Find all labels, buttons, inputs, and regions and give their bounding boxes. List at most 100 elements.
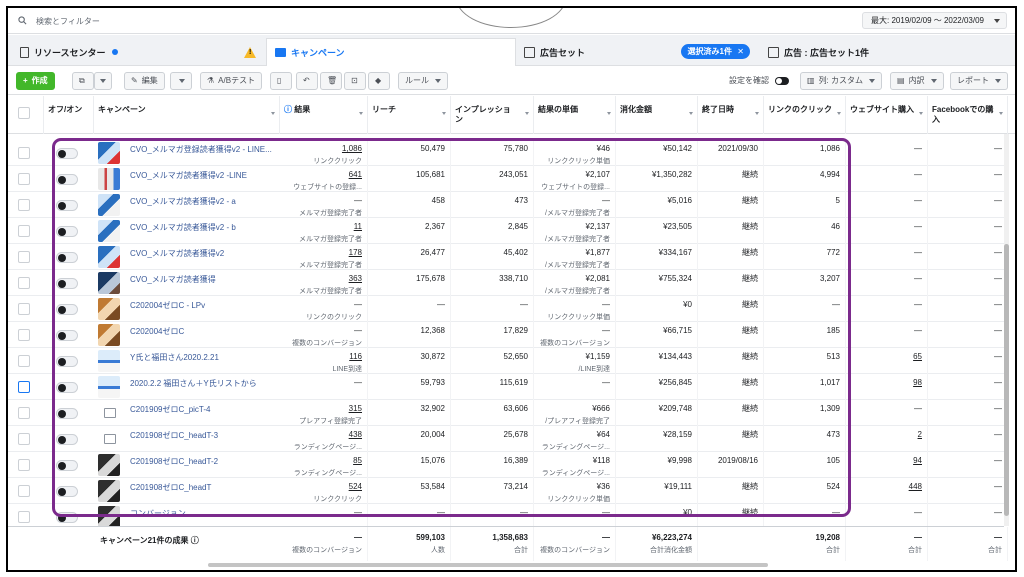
cell-results-value[interactable]: 116 [349, 352, 362, 361]
table-row[interactable]: CVO_メルマガ読者獲得 363 メルマガ登録完了者 175,678 338,710 ¥2… [8, 270, 1004, 296]
cell-results-value[interactable]: 85 [353, 456, 362, 465]
vertical-scrollbar-thumb[interactable] [1004, 244, 1009, 516]
col-facebook-purchases[interactable]: Facebookでの購入 [928, 96, 1008, 134]
campaign-toggle[interactable] [56, 460, 78, 471]
cell-wp-value[interactable]: 448 [909, 482, 922, 491]
cell-results-value[interactable]: 178 [349, 248, 362, 257]
campaign-name-link[interactable]: CVO_メルマガ登録読者獲得v2 - LINE... [130, 144, 272, 155]
cell-results-value[interactable]: — [354, 196, 362, 205]
settings-check-toggle[interactable]: 設定を確認 [723, 72, 795, 90]
cell-wp-value[interactable]: 98 [913, 378, 922, 387]
col-onoff[interactable]: オフ/オン [44, 96, 94, 134]
campaign-toggle[interactable] [56, 278, 78, 289]
cell-wp-value[interactable]: — [914, 508, 922, 517]
campaign-name-link[interactable]: C202004ゼロC - LPv [130, 300, 205, 311]
edit-button[interactable]: ✎ 編集 [124, 72, 165, 90]
cell-results-value[interactable]: 438 [349, 430, 362, 439]
row-checkbox[interactable] [18, 251, 30, 263]
rules-button[interactable]: ルール [398, 72, 448, 90]
cell-results-value[interactable]: 524 [349, 482, 362, 491]
table-row[interactable]: CVO_メルマガ読者獲得v2 - a — メルマガ登録完了者 458 473 —/メルマガ… [8, 192, 1004, 218]
campaign-name-link[interactable]: C201909ゼロC_picT-4 [130, 404, 210, 415]
cell-results-value[interactable]: — [354, 378, 362, 387]
cell-results-value[interactable]: 315 [349, 404, 362, 413]
breakdown-button[interactable]: ▤ 内訳 [890, 72, 944, 90]
cell-results-value[interactable]: 1,086 [342, 144, 362, 153]
row-checkbox[interactable] [18, 303, 30, 315]
cell-wp-value[interactable]: — [914, 222, 922, 231]
campaign-toggle[interactable] [56, 434, 78, 445]
table-row[interactable]: CVO_メルマガ登録読者獲得v2 - LINE... 1,086 リンククリック 50… [8, 140, 1004, 166]
table-row[interactable]: C202004ゼロC — 複数のコンバージョン 12,368 17,829 — 複数のコンバ… [8, 322, 1004, 348]
row-checkbox[interactable] [18, 225, 30, 237]
horizontal-scrollbar[interactable] [208, 563, 768, 567]
selected-filter-pill[interactable]: 選択済み1件 ✕ [680, 44, 750, 59]
campaign-toggle[interactable] [56, 356, 78, 367]
table-row[interactable]: C201908ゼロC_headT-3 438 ランディングページ... 20,004 2… [8, 426, 1004, 452]
campaign-name-link[interactable]: CVO_メルマガ読者獲得v2 - b [130, 222, 236, 233]
campaign-name-link[interactable]: Y氏と福田さん2020.2.21 [130, 352, 219, 363]
preview-button[interactable]: ⊡ [344, 72, 366, 90]
campaign-name-link[interactable]: コンバージョン [130, 508, 186, 519]
campaign-toggle[interactable] [56, 330, 78, 341]
table-row[interactable]: Y氏と福田さん2020.2.21 116 LINE到達 30,872 52,650 ¥1,… [8, 348, 1004, 374]
tab-adset[interactable]: 広告セット 選択済み1件 ✕ [516, 38, 758, 66]
campaign-toggle[interactable] [56, 226, 78, 237]
campaign-name-link[interactable]: C201908ゼロC_headT-2 [130, 456, 218, 467]
row-checkbox[interactable] [18, 433, 30, 445]
row-checkbox[interactable] [18, 277, 30, 289]
campaign-name-link[interactable]: CVO_メルマガ読者獲得v2 - a [130, 196, 236, 207]
col-impressions[interactable]: インプレッション [451, 96, 534, 134]
campaign-toggle[interactable] [56, 304, 78, 315]
undo-button[interactable]: ↶ [296, 72, 318, 90]
campaign-toggle[interactable] [56, 382, 78, 393]
row-checkbox[interactable] [18, 459, 30, 471]
tab-ad[interactable]: 広告 : 広告セット1件 [760, 38, 1015, 66]
row-checkbox[interactable] [18, 329, 30, 341]
cell-results-value[interactable]: — [354, 300, 362, 309]
cell-results-value[interactable]: — [354, 326, 362, 335]
cell-wp-value[interactable]: — [914, 404, 922, 413]
row-checkbox[interactable] [18, 355, 30, 367]
clipboard-button[interactable]: ▯ [270, 72, 292, 90]
campaign-name-link[interactable]: CVO_メルマガ読者獲得 [130, 274, 216, 285]
campaign-name-link[interactable]: C201908ゼロC_headT-3 [130, 430, 218, 441]
duplicate-button[interactable]: ⧉ [72, 72, 94, 90]
col-cost-per-result[interactable]: 結果の単価 [534, 96, 616, 134]
cell-wp-value[interactable]: 65 [913, 352, 922, 361]
search-input[interactable]: 検索とフィルター [36, 16, 100, 27]
cell-results-value[interactable]: 363 [349, 274, 362, 283]
row-checkbox[interactable] [18, 511, 30, 523]
campaign-toggle[interactable] [56, 200, 78, 211]
col-link-clicks[interactable]: リンクのクリック [764, 96, 846, 134]
campaign-toggle[interactable] [56, 408, 78, 419]
cell-results-value[interactable]: 641 [349, 170, 362, 179]
date-range-picker[interactable]: 最大: 2019/02/09 〜 2022/03/09 [862, 12, 1007, 29]
cell-wp-value[interactable]: — [914, 274, 922, 283]
cell-wp-value[interactable]: — [914, 248, 922, 257]
cell-wp-value[interactable]: 94 [913, 456, 922, 465]
select-all-checkbox[interactable] [18, 107, 30, 119]
table-row[interactable]: コンバージョン — — — — ¥0 継続 — — — [8, 504, 1004, 526]
cell-results-value[interactable]: 11 [354, 222, 362, 231]
cell-results-value[interactable]: — [354, 508, 362, 517]
report-button[interactable]: レポート [950, 72, 1008, 90]
row-checkbox[interactable] [18, 147, 30, 159]
edit-menu-button[interactable] [170, 72, 192, 90]
table-row[interactable]: CVO_メルマガ読者獲得v2 - b 11 メルマガ登録完了者 2,367 2,845 ¥… [8, 218, 1004, 244]
col-amount-spent[interactable]: 消化金額 [616, 96, 698, 134]
campaign-name-link[interactable]: 2020.2.2 福田さん＋Y氏リストから [130, 378, 257, 389]
table-row[interactable]: C201909ゼロC_picT-4 315 プレアフィ登録完了 32,902 63,60… [8, 400, 1004, 426]
campaign-toggle[interactable] [56, 512, 78, 523]
campaign-name-link[interactable]: CVO_メルマガ読者獲得v2 [130, 248, 224, 259]
create-button[interactable]: + 作成 [16, 72, 55, 90]
vertical-scrollbar[interactable] [1004, 134, 1009, 526]
row-checkbox[interactable] [18, 199, 30, 211]
duplicate-menu-button[interactable] [94, 72, 112, 90]
col-results[interactable]: ⓘ 結果 [280, 96, 368, 134]
table-row[interactable]: CVO_メルマガ読者獲得v2 178 メルマガ登録完了者 26,477 45,402 ¥1… [8, 244, 1004, 270]
cell-wp-value[interactable]: — [914, 196, 922, 205]
col-end-date[interactable]: 終了日時 [698, 96, 764, 134]
row-checkbox[interactable] [18, 381, 30, 393]
campaign-name-link[interactable]: C201908ゼロC_headT [130, 482, 211, 493]
